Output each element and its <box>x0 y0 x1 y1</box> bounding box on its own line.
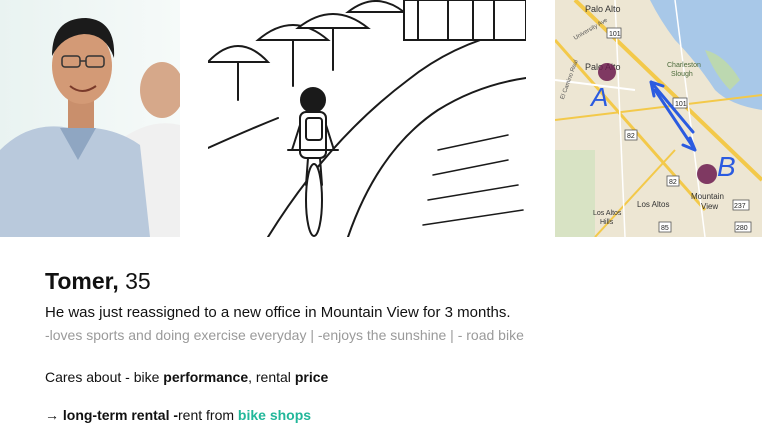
svg-text:82: 82 <box>627 133 635 140</box>
persona-name-line: Tomer, 35 <box>45 268 151 295</box>
map-label-los-altos: Los Altos <box>637 200 669 209</box>
route-82-shield-b: 82 <box>666 175 680 187</box>
persona-traits: -loves sports and doing exercise everyda… <box>45 327 524 343</box>
persona-photo <box>0 0 180 237</box>
map-label-palo-alto-top: Palo Alto <box>585 4 621 14</box>
bike-shops-highlight: bike shops <box>237 407 312 423</box>
cares-prefix: Cares about - bike <box>45 369 164 385</box>
map-label-charleston: Charleston <box>667 62 701 69</box>
route-101-shield-b: 101 <box>672 97 688 109</box>
svg-text:237: 237 <box>734 203 746 210</box>
svg-text:82: 82 <box>669 179 677 186</box>
persona-cares: Cares about - bike performance, rental p… <box>45 369 328 385</box>
route-237-shield: 237 <box>732 199 750 211</box>
route-82-shield-a: 82 <box>624 129 638 141</box>
persona-rental-need: → long-term rental -rent from bike shops <box>45 407 311 423</box>
map-label-slough: Slough <box>671 71 693 78</box>
svg-text:280: 280 <box>736 225 748 232</box>
arrow-icon: → <box>45 407 59 423</box>
cares-term-performance: performance <box>163 369 249 385</box>
map-marker-a-dot <box>598 63 616 81</box>
svg-text:101: 101 <box>675 101 687 108</box>
bike-commute-sketch <box>208 0 526 237</box>
map-label-los-altos-hills-2: Hills <box>600 219 614 226</box>
route-map: Palo Alto Palo Alto Charleston Slough Lo… <box>555 0 762 237</box>
rental-text: rent from <box>178 407 238 423</box>
rental-label: long-term rental - <box>62 407 179 423</box>
svg-text:101: 101 <box>609 31 621 38</box>
map-marker-a-label: A <box>589 82 608 112</box>
map-label-mountain-view: Mountain <box>691 192 724 201</box>
map-label-los-altos-hills: Los Altos <box>593 210 622 217</box>
route-101-shield-a: 101 <box>606 27 622 39</box>
persona-name: Tomer, <box>45 268 119 294</box>
map-marker-b-label: B <box>717 151 736 182</box>
map-marker-b-dot <box>697 164 717 184</box>
persona-intro: He was just reassigned to a new office i… <box>45 304 511 321</box>
cares-term-price: price <box>294 369 329 385</box>
route-280-shield: 280 <box>734 221 752 233</box>
persona-age: 35 <box>125 268 151 294</box>
route-85-shield: 85 <box>658 221 672 233</box>
map-label-mountain-view-2: View <box>701 202 718 211</box>
svg-text:85: 85 <box>661 225 669 232</box>
cares-separator: , rental <box>248 369 295 385</box>
